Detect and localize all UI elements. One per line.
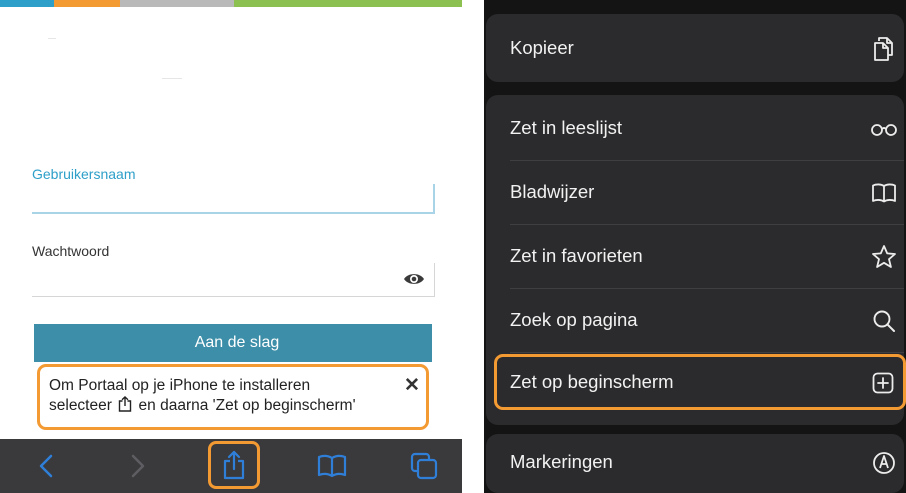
password-input[interactable] [32, 263, 435, 297]
book-icon [317, 454, 347, 478]
menu-item-copy[interactable]: Kopieer [486, 16, 904, 80]
share-icon [223, 450, 245, 480]
menu-item-label: Markeringen [510, 451, 613, 472]
menu-item-find-on-page[interactable]: Zoek op pagina [486, 288, 904, 352]
share-icon [118, 396, 132, 418]
share-button[interactable] [208, 441, 260, 489]
password-label: Wachtwoord [32, 243, 110, 259]
add-square-icon [869, 370, 897, 396]
install-instructions-line2-start: selecteer [49, 397, 112, 414]
chevron-right-icon [131, 454, 145, 478]
install-instructions-line1: Om Portaal op je iPhone te installeren [49, 377, 311, 394]
menu-item-favorites[interactable]: Zet in favorieten [486, 224, 904, 288]
menu-item-label: Kopieer [510, 37, 574, 58]
login-screen: Gebruikersnaam Wachtwoord Aan de slag Om… [0, 0, 462, 493]
book-icon [870, 180, 898, 206]
faint-mark [48, 38, 56, 39]
menu-item-label: Zet op beginscherm [510, 371, 674, 392]
close-icon[interactable]: ✕ [401, 375, 423, 397]
username-label: Gebruikersnaam [32, 166, 136, 182]
menu-item-label: Zet in leeslijst [510, 117, 623, 138]
username-input[interactable] [32, 184, 435, 214]
install-banner: Om Portaal op je iPhone te installeren s… [37, 364, 429, 430]
install-instructions: Om Portaal op je iPhone te installeren s… [49, 376, 399, 418]
menu-item-bookmark[interactable]: Bladwijzer [486, 160, 904, 224]
eye-icon[interactable] [403, 271, 425, 287]
markup-icon [870, 450, 898, 476]
start-button[interactable]: Aan de slag [34, 324, 432, 362]
glasses-icon [870, 116, 898, 142]
back-button[interactable] [28, 439, 64, 493]
menu-item-label: Bladwijzer [510, 181, 595, 202]
faint-mark [162, 78, 182, 79]
menu-item-add-to-home-screen[interactable]: Zet op beginscherm [494, 354, 906, 410]
copy-icon [870, 36, 898, 62]
divider [510, 352, 904, 353]
share-sheet: Kopieer Zet in leeslijst Bladwijzer Zet … [484, 0, 906, 493]
brand-color-stripe [0, 0, 462, 7]
menu-item-label: Zet in favorieten [510, 245, 643, 266]
star-icon [870, 244, 898, 270]
forward-button[interactable] [120, 439, 156, 493]
menu-item-label: Zoek op pagina [510, 309, 638, 330]
chevron-left-icon [39, 454, 53, 478]
tabs-icon [410, 452, 438, 480]
browser-toolbar [0, 439, 462, 493]
search-icon [870, 308, 898, 334]
bookmarks-button[interactable] [310, 439, 354, 493]
tabs-button[interactable] [402, 439, 446, 493]
start-button-label: Aan de slag [194, 334, 280, 351]
install-instructions-line2-end: en daarna 'Zet op beginscherm' [138, 397, 356, 414]
menu-item-markup[interactable]: Markeringen [486, 430, 904, 493]
menu-item-reading-list[interactable]: Zet in leeslijst [486, 96, 904, 160]
